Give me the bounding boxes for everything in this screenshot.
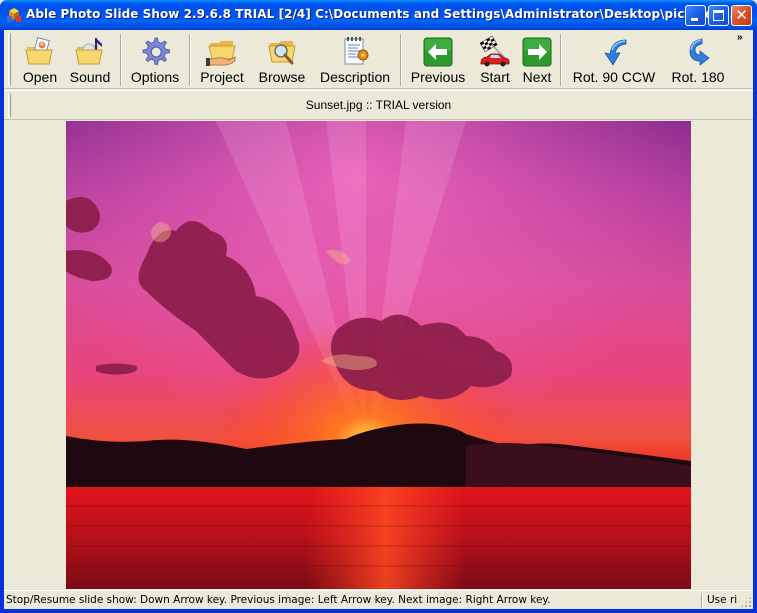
- start-button[interactable]: Start: [473, 33, 517, 87]
- client-area: Open Sound Options Project Browse Descri…: [4, 30, 753, 609]
- caption-bar: Sunset.jpg :: TRIAL version: [4, 90, 753, 120]
- previous-button[interactable]: Previous: [406, 33, 470, 87]
- sunset-image: [66, 121, 691, 589]
- title-bar[interactable]: Able Photo Slide Show 2.9.6.8 TRIAL [2/4…: [0, 0, 757, 30]
- image-viewer[interactable]: [4, 121, 753, 589]
- app-cubes-icon: [7, 8, 21, 22]
- open-button[interactable]: Open: [17, 33, 63, 87]
- minimize-button[interactable]: [685, 5, 706, 26]
- browse-label: Browse: [258, 69, 306, 85]
- start-label: Start: [480, 69, 510, 85]
- rotate-90-ccw-label: Rot. 90 CCW: [572, 69, 656, 85]
- rotate-180-button[interactable]: Rot. 180: [664, 33, 732, 87]
- project-label: Project: [200, 69, 244, 85]
- next-label: Next: [522, 69, 552, 85]
- gear-icon: [142, 37, 170, 65]
- minimize-icon: [691, 18, 698, 21]
- folder-music-icon: [75, 38, 103, 65]
- maximize-icon: [713, 10, 724, 21]
- options-button[interactable]: Options: [126, 33, 184, 87]
- close-button[interactable]: ✕: [731, 5, 752, 26]
- maximize-button[interactable]: [708, 5, 729, 26]
- previous-label: Previous: [410, 69, 466, 85]
- sound-label: Sound: [69, 69, 111, 85]
- open-label: Open: [22, 69, 58, 85]
- close-icon: ✕: [735, 6, 748, 24]
- toolbar-grip[interactable]: [8, 33, 11, 85]
- arrow-right-icon: [522, 37, 552, 67]
- app-window: Able Photo Slide Show 2.9.6.8 TRIAL [2/4…: [0, 0, 757, 613]
- image-caption: Sunset.jpg :: TRIAL version: [305, 98, 452, 112]
- toolbar-overflow-chevron-icon[interactable]: »: [737, 32, 743, 43]
- status-bar: Stop/Resume slide show: Down Arrow key. …: [4, 590, 753, 609]
- window-title: Able Photo Slide Show 2.9.6.8 TRIAL [2/4…: [26, 7, 735, 21]
- sound-button[interactable]: Sound: [66, 33, 114, 87]
- description-label: Description: [319, 69, 391, 85]
- resize-grip-icon[interactable]: [740, 596, 752, 608]
- notepad-icon: [344, 37, 369, 65]
- toolbar: Open Sound Options Project Browse Descri…: [4, 30, 753, 89]
- rotate-180-label: Rot. 180: [671, 69, 725, 85]
- slide-photo[interactable]: [66, 121, 691, 589]
- status-divider: [701, 593, 703, 608]
- browse-button[interactable]: Browse: [254, 33, 310, 87]
- arrow-left-icon: [423, 37, 453, 67]
- description-button[interactable]: Description: [315, 33, 395, 87]
- race-car-flag-icon: [479, 36, 510, 67]
- next-button[interactable]: Next: [520, 33, 554, 87]
- toolbar-separator: [189, 34, 191, 86]
- rotate-ccw-icon: [604, 39, 627, 66]
- status-hint-text: Stop/Resume slide show: Down Arrow key. …: [6, 594, 551, 606]
- toolbar-separator: [400, 34, 402, 86]
- status-side-text: Use ri: [707, 594, 738, 606]
- options-label: Options: [130, 69, 180, 85]
- project-button[interactable]: Project: [196, 33, 248, 87]
- rotate-90-ccw-button[interactable]: Rot. 90 CCW: [566, 33, 662, 87]
- folder-photo-icon: [25, 37, 53, 65]
- folder-hand-icon: [206, 41, 236, 66]
- folder-magnifier-icon: [268, 41, 296, 65]
- rotate-180-icon: [689, 38, 710, 66]
- toolbar-separator: [560, 34, 562, 86]
- toolbar-separator: [120, 34, 122, 86]
